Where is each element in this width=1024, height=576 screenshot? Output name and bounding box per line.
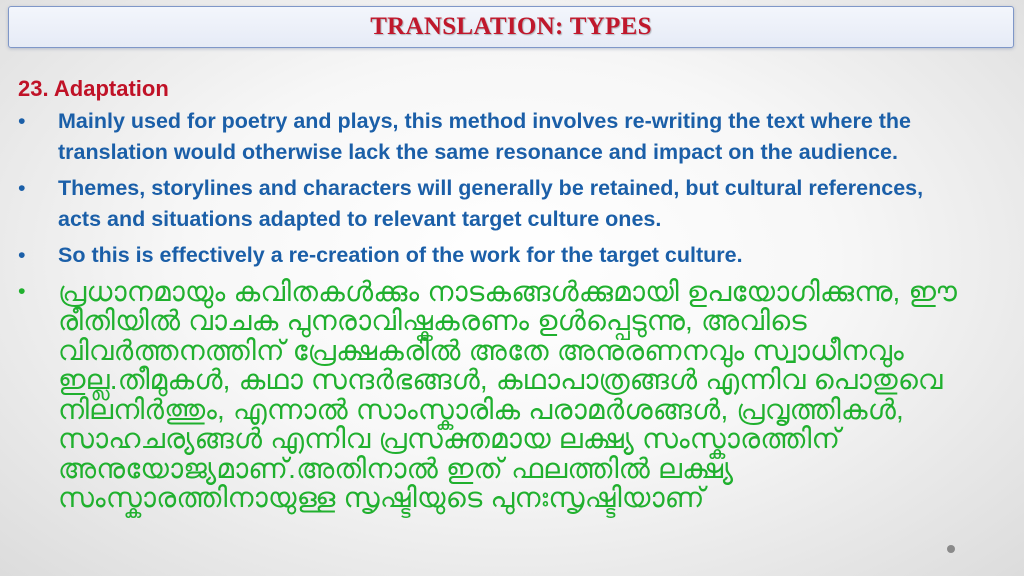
bullet-item: • Themes, storylines and characters will… bbox=[18, 173, 1008, 234]
bullet-marker: • bbox=[18, 243, 26, 267]
section-heading: 23. Adaptation bbox=[18, 76, 169, 101]
bullet-item: • Mainly used for poetry and plays, this… bbox=[18, 106, 1008, 167]
bullet-text: So this is effectively a re-creation of … bbox=[58, 243, 743, 267]
slide-content: 23. Adaptation • Mainly used for poetry … bbox=[18, 74, 1008, 513]
bullet-list: • Mainly used for poetry and plays, this… bbox=[18, 106, 1008, 513]
slide-title: TRANSLATION: TYPES bbox=[370, 13, 652, 40]
bullet-marker: • bbox=[18, 109, 26, 133]
slide-nav-dot[interactable] bbox=[947, 545, 955, 553]
bullet-text: Mainly used for poetry and plays, this m… bbox=[58, 109, 911, 164]
bullet-marker: • bbox=[18, 278, 26, 303]
bullet-item-malayalam: • പ്രധാനമായും കവിതകൾക്കും നാടകങ്ങൾക്കുമാ… bbox=[18, 275, 1008, 513]
bullet-marker: • bbox=[18, 176, 26, 200]
malayalam-text: പ്രധാനമായും കവിതകൾക്കും നാടകങ്ങൾക്കുമായി… bbox=[58, 275, 958, 513]
bullet-text: Themes, storylines and characters will g… bbox=[58, 176, 924, 231]
bullet-item: • So this is effectively a re-creation o… bbox=[18, 240, 1008, 271]
title-bar: TRANSLATION: TYPES bbox=[8, 6, 1014, 48]
